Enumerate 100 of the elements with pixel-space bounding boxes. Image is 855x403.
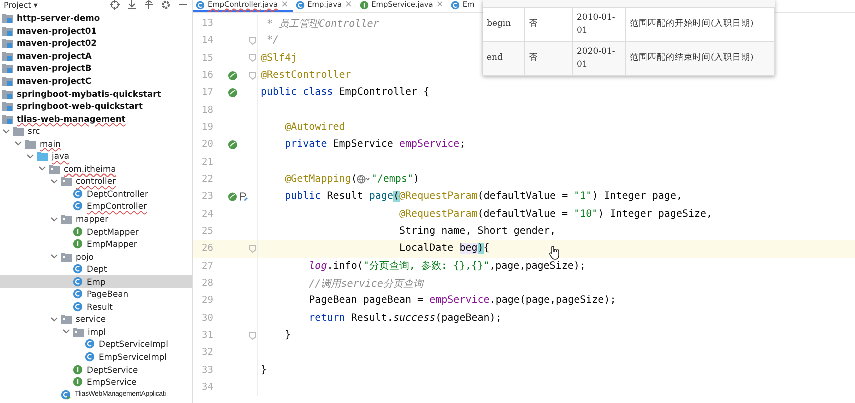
tree-item[interactable]: Emp: [0, 275, 192, 288]
tree-item[interactable]: src: [0, 124, 192, 138]
code-line: String name, Short gender,: [398, 226, 556, 238]
tree-item[interactable]: maven-projectB: [0, 62, 192, 75]
chevron-icon[interactable]: [62, 327, 71, 336]
line-number: 22: [201, 174, 214, 186]
item-label: Dept: [87, 264, 108, 274]
collapse-icon[interactable]: [144, 0, 154, 10]
tree-item[interactable]: Dept: [0, 262, 192, 276]
line-number: 25: [201, 226, 214, 238]
panel-title[interactable]: Project ▾: [4, 1, 38, 10]
fold-marker-icon[interactable]: [248, 72, 256, 80]
locate-icon[interactable]: [110, 0, 120, 10]
item-label: service: [76, 314, 106, 324]
fold-marker-icon[interactable]: [248, 244, 256, 253]
folder-icon: [61, 252, 72, 262]
tree-item[interactable]: maven-project02: [0, 37, 192, 50]
tree-item[interactable]: DeptServiceImpl: [0, 338, 192, 351]
chevron-icon[interactable]: [50, 252, 59, 262]
tree-item[interactable]: http-server-demo: [0, 12, 192, 25]
tree-item[interactable]: maven-projectA: [0, 50, 192, 62]
line-number: 16: [201, 70, 214, 82]
interface-icon: [73, 226, 83, 237]
tree-item[interactable]: com.itheima: [0, 162, 192, 176]
line-number: 18: [201, 104, 214, 116]
code-line: @Slf4j: [261, 52, 298, 64]
tree-item[interactable]: DeptController: [0, 188, 192, 200]
code-line: @RestController: [261, 70, 352, 82]
item-label: mapper: [76, 214, 109, 224]
tree-item[interactable]: DeptMapper: [0, 225, 192, 238]
class-icon: [85, 352, 95, 362]
tree-item[interactable]: maven-project01: [0, 24, 192, 38]
bean-icon[interactable]: [228, 88, 238, 98]
code-line: @Autowired: [284, 122, 346, 134]
bean-icon[interactable]: [228, 140, 238, 150]
item-label: DeptServiceImpl: [99, 339, 168, 350]
chevron-icon[interactable]: [14, 139, 23, 148]
interface-icon: [73, 364, 83, 375]
line-number: 27: [201, 260, 214, 272]
item-label: PageBean: [87, 289, 129, 300]
table-cell: 2010-01-01: [573, 8, 626, 41]
tree-item[interactable]: java: [0, 150, 192, 163]
line-number: 29: [201, 295, 214, 306]
line-number: 28: [201, 278, 214, 290]
table-cell: 否: [525, 8, 573, 41]
module-folder-icon: [2, 26, 13, 36]
pencil-icon[interactable]: [238, 192, 248, 202]
tree-item[interactable]: springboot-mybatis-quickstart: [0, 87, 192, 100]
tree-item[interactable]: tlias-web-management: [0, 112, 192, 125]
tree-item[interactable]: Result: [0, 300, 192, 314]
module-folder-icon: [2, 38, 13, 48]
tree-item[interactable]: springboot-web-quickstart: [0, 100, 192, 112]
chevron-icon[interactable]: [50, 314, 59, 324]
code-line: */: [266, 35, 280, 46]
tree-item[interactable]: EmpController: [0, 200, 192, 213]
tree-item[interactable]: pojo: [0, 250, 192, 263]
tree-item[interactable]: mapper: [0, 212, 192, 226]
folder-icon: [61, 214, 72, 224]
table-cell: 范围匹配的结束时间(入职日期): [626, 42, 775, 75]
item-label: EmpMapper: [87, 239, 138, 250]
fold-marker-icon[interactable]: [248, 54, 256, 62]
chevron-icon[interactable]: [26, 152, 35, 161]
folder-icon: [13, 126, 24, 136]
interface-icon: [73, 377, 83, 388]
tree-item[interactable]: EmpServiceImpl: [0, 350, 192, 364]
code-line: * 员工管理Controller: [266, 18, 380, 31]
chevron-icon[interactable]: [50, 176, 59, 186]
tree-item[interactable]: EmpMapper: [0, 238, 192, 250]
table-cell: 否: [525, 42, 573, 75]
item-label: maven-projectC: [17, 76, 92, 86]
module-folder-icon: [2, 50, 13, 61]
bean-icon[interactable]: [228, 70, 238, 81]
line-number: 32: [201, 347, 214, 358]
settings-icon[interactable]: [161, 0, 171, 10]
line-number: 14: [201, 35, 214, 46]
folder-icon: [61, 314, 72, 324]
tree-item[interactable]: PageBean: [0, 288, 192, 301]
tree-item[interactable]: maven-projectC: [0, 74, 192, 88]
chevron-icon[interactable]: [38, 164, 47, 174]
tree-item[interactable]: controller: [0, 175, 192, 188]
fold-marker-icon[interactable]: [248, 36, 256, 45]
code-line: public class EmpController {: [261, 87, 430, 98]
item-label: maven-project02: [17, 38, 98, 48]
chevron-icon[interactable]: [50, 214, 59, 224]
module-folder-icon: [2, 101, 13, 112]
expand-icon[interactable]: [127, 0, 137, 10]
tree-item[interactable]: service: [0, 313, 192, 326]
line-number: 26: [201, 243, 214, 254]
class-icon: [73, 276, 83, 287]
tree-item[interactable]: DeptService: [0, 363, 192, 376]
line-number: 23: [201, 191, 214, 202]
item-label: springboot-web-quickstart: [17, 101, 143, 112]
tree-item[interactable]: main: [0, 137, 192, 150]
chevron-icon[interactable]: [2, 126, 11, 136]
code-line: PageBean pageBean = empService.page(page,pageSize);: [308, 295, 616, 306]
tree-item[interactable]: impl: [0, 326, 192, 338]
bean-icon[interactable]: [228, 192, 238, 202]
tree-item[interactable]: EmpService: [0, 376, 192, 388]
fold-marker-icon[interactable]: [248, 332, 256, 340]
line-number: 24: [201, 208, 214, 220]
